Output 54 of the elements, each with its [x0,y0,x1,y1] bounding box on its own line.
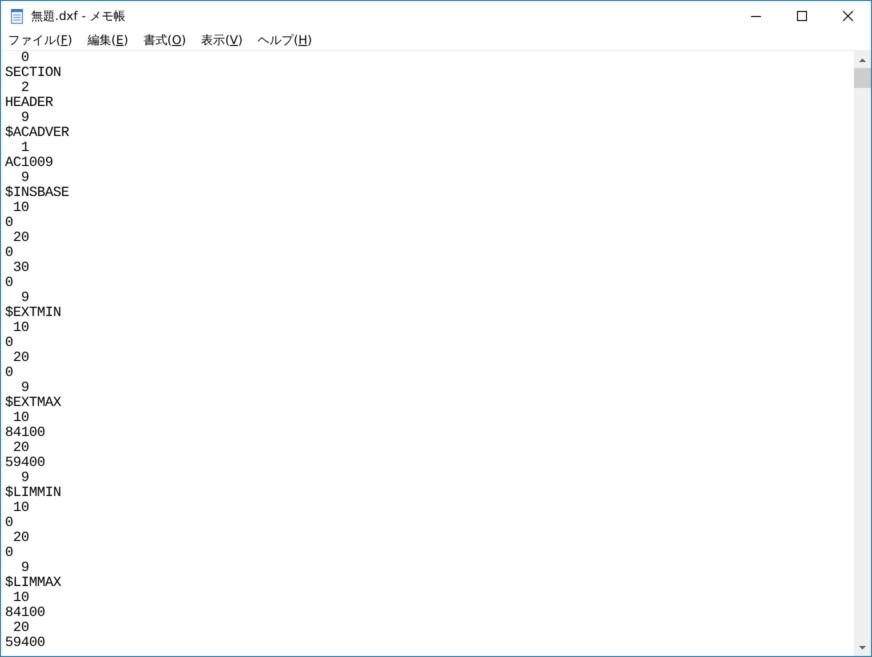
text-line: 9 [21,381,30,396]
text-line: 0 [5,546,14,561]
text-line: 59400 [5,456,46,471]
text-line: 0 [5,216,14,231]
text-line: 0 [5,516,14,531]
text-line: 20 [12,351,30,366]
text-line: 9 [21,171,30,186]
text-line: SECTION [5,66,62,81]
text-line: 0 [5,336,14,351]
text-line: 2 [20,81,30,96]
text-line: $EXTMIN [5,306,62,321]
text-line: 0 [20,51,30,66]
text-line: 10 [12,411,30,426]
text-line: 0 [5,366,14,381]
text-line: $EXTMAX [5,396,62,411]
chevron-down-icon [859,646,866,650]
chevron-up-icon [859,58,866,62]
text-line: $ACADVER [5,126,70,141]
text-line: 20 [12,441,30,456]
text-line: 20 [12,621,30,636]
text-line: 10 [12,201,30,216]
text-line: 10 [12,591,30,606]
menu-item[interactable]: 書式(O) [136,31,194,50]
vertical-scrollbar[interactable] [854,51,871,656]
scrollbar-thumb[interactable] [854,68,871,88]
text-line: 0 [5,276,14,291]
text-line: 20 [12,531,30,546]
text-line: 30 [12,261,30,276]
text-line: 10 [12,501,30,516]
text-line: 9 [21,471,30,486]
maximize-icon [797,11,807,21]
text-line: 1 [20,141,30,156]
text-line: 9 [21,561,30,576]
menu-item[interactable]: 編集(E) [80,31,136,50]
menu-item[interactable]: 表示(V) [194,31,250,50]
text-line: 0 [5,246,14,261]
text-line: 20 [12,231,30,246]
text-line: 59400 [5,636,46,651]
text-line: 9 [21,291,30,306]
close-icon [843,11,853,21]
window-title: 無題.dxf - メモ帳 [31,8,127,24]
text-line: $LIMMAX [5,576,62,591]
menu-item[interactable]: ファイル(F) [1,31,80,50]
menu-item[interactable]: ヘルプ(H) [250,31,320,50]
notepad-icon [9,8,25,24]
text-line: AC1009 [5,156,54,171]
text-line: 9 [21,111,30,126]
text-line: 10 [12,321,30,336]
text-line: 84100 [5,426,46,441]
text-line: HEADER [5,96,54,111]
text-line: 84100 [5,606,46,621]
text-line: $INSBASE [5,186,70,201]
text-editor[interactable]: 0 SECTION 2 HEADER 9 $ACADVER 1 AC1009 9 $INSBASE 10 0 20 0 30 0 9 $EXTMIN 10 0 20 0 9 $EXTMAX 10 84100 20 59400 9 $LIMMIN 10 0 20 0 9 $LIMMAX 10 84100 20 59400 [1,51,854,656]
text-line: $LIMMIN [5,486,62,501]
